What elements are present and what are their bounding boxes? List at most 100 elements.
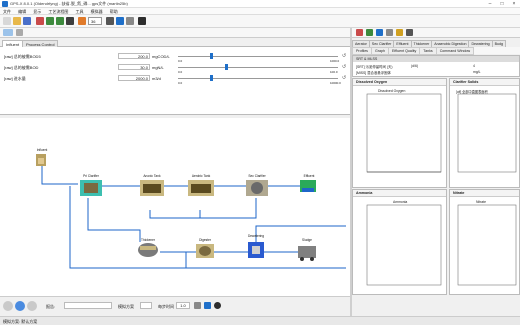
save-icon[interactable]: [23, 17, 31, 25]
refresh-icon[interactable]: [376, 29, 383, 36]
param-slider[interactable]: [178, 67, 338, 68]
close-icon[interactable]: ×: [508, 0, 520, 8]
flowsheet-canvas[interactable]: Influent Pri Clarifier Anoxic Tank Aerob…: [0, 118, 350, 296]
aerobic-tank-label: Aerobic Tank: [191, 174, 211, 178]
speed-label: 模拟方案: [118, 304, 134, 309]
tab-influent[interactable]: Influent: [2, 40, 24, 47]
cut-icon[interactable]: [36, 17, 44, 25]
influent-unit[interactable]: [36, 154, 46, 166]
param-row: [raw] 进水量 2000.0 m3/d 0.0 10000.0 ↺: [0, 71, 350, 85]
flowsheet-diagram: [36, 154, 346, 269]
chart-title: Nitrate: [476, 200, 486, 204]
param-unit: mgCOD/L: [152, 54, 170, 59]
panel-header: SRT & MLSS: [353, 56, 519, 62]
speed-select[interactable]: [140, 302, 152, 309]
pipe: [87, 198, 141, 242]
pri-clarifier-unit[interactable]: [80, 180, 102, 196]
minimize-icon[interactable]: –: [484, 0, 496, 8]
param-value-input[interactable]: 30.0: [118, 64, 150, 70]
sludge-label: Sludge: [302, 238, 312, 242]
panel-title: Dissolved Oxygen: [353, 79, 446, 86]
sec-clarifier-unit[interactable]: [246, 180, 268, 196]
print-icon[interactable]: [66, 17, 74, 25]
reset-icon[interactable]: ↺: [342, 64, 346, 70]
app-icon: [2, 1, 8, 7]
stop-button[interactable]: [3, 301, 13, 311]
menu-bar: 文件 编辑 显示 工艺流程图 工具 模拟器 帮助: [0, 8, 520, 15]
layout-icon[interactable]: [3, 29, 13, 36]
remove-icon[interactable]: [356, 29, 363, 36]
connect-icon[interactable]: [116, 17, 124, 25]
copy-icon[interactable]: [46, 17, 54, 25]
grid-icon[interactable]: [126, 17, 134, 25]
param-value-input[interactable]: 2000.0: [118, 75, 150, 81]
status-bar: 模拟方案: 默认方案: [0, 316, 520, 325]
anoxic-tank-label: Anoxic Tank: [143, 174, 161, 178]
anoxic-tank-unit[interactable]: [140, 180, 164, 196]
dewatering-unit[interactable]: [248, 242, 264, 258]
info-value: mg/L: [473, 70, 481, 74]
maximize-icon[interactable]: □: [496, 0, 508, 8]
subtab-profiles[interactable]: Profiles: [352, 47, 372, 55]
param-slider[interactable]: [178, 78, 338, 79]
left-toolbar: [0, 28, 350, 38]
effluent-unit[interactable]: [300, 180, 316, 192]
run-button[interactable]: [15, 301, 25, 311]
slider-handle[interactable]: [225, 64, 229, 70]
subtab-effluent-quality[interactable]: Effluent Quality: [387, 47, 421, 55]
log-label: 报告:: [46, 304, 56, 309]
subtab-tanks[interactable]: Tanks: [419, 47, 437, 55]
info-label: [MISS] 混合液悬浮固体: [356, 71, 391, 75]
paste-icon[interactable]: [56, 17, 64, 25]
gear-icon[interactable]: [406, 29, 413, 36]
output-subtabs: Profiles Graph Effluent Quality Tanks Comman…: [352, 47, 520, 55]
add-icon[interactable]: [366, 29, 373, 36]
pause-button[interactable]: [27, 301, 37, 311]
panel-title: Nitrate: [450, 190, 519, 197]
subtab-command-window[interactable]: Command Window: [435, 47, 475, 55]
settings-icon[interactable]: [138, 17, 146, 25]
log-field[interactable]: [64, 302, 112, 309]
panel-title: Ammonia: [353, 190, 446, 197]
slider-handle[interactable]: [209, 75, 213, 81]
info-value: 4: [473, 64, 475, 68]
param-label: [raw] 进水量: [4, 76, 26, 81]
new-file-icon[interactable]: [3, 17, 11, 25]
tools-icon[interactable]: [16, 29, 23, 36]
settings-icon[interactable]: [214, 302, 221, 309]
refresh-icon[interactable]: [204, 302, 211, 309]
param-slider[interactable]: [178, 56, 338, 57]
thickener-unit[interactable]: [138, 243, 158, 257]
step-input[interactable]: 1.0: [176, 302, 190, 309]
clarifier-chart: [457, 93, 517, 173]
chart-icon[interactable]: [396, 29, 403, 36]
info-unit: (d/6): [411, 64, 418, 68]
aerobic-tank-unit[interactable]: [188, 180, 214, 196]
sludge-unit[interactable]: [298, 246, 316, 261]
dewatering-label: Dewatering: [247, 234, 265, 238]
param-value-input[interactable]: 200.0: [118, 53, 150, 59]
open-folder-icon[interactable]: [13, 17, 21, 25]
zoom-select[interactable]: 36: [88, 17, 102, 25]
window-icon[interactable]: [386, 29, 393, 36]
simulation-controls: 报告: 模拟方案 每步时间 1.0: [0, 296, 350, 316]
srt-mlss-panel: SRT & MLSS [SRT] 污泥停留时间 (天) (d/6) 4 [MIS…: [352, 55, 520, 77]
param-unit: m3/d: [152, 76, 161, 81]
digester-unit[interactable]: [196, 244, 214, 258]
reset-icon[interactable]: ↺: [342, 75, 346, 81]
subtab-graph[interactable]: Graph: [370, 47, 389, 55]
nitrate-panel: Nitrate Nitrate: [449, 189, 520, 295]
sec-clarifier-label: Sec Clarifier: [248, 174, 266, 178]
tab-process-control[interactable]: Process Control: [22, 40, 59, 47]
main-toolbar: 36: [0, 15, 520, 28]
status-text: 模拟方案: 默认方案: [3, 319, 38, 324]
slider-handle[interactable]: [209, 53, 213, 59]
time-icon[interactable]: [194, 302, 201, 309]
window-title: GPS-X 8.0.1 (Oldendrfyng) - 缺省-脱_氮_磷... …: [10, 1, 128, 6]
pri-clarifier-label: Pri Clarifier: [83, 174, 99, 178]
zoom-icon[interactable]: [78, 17, 86, 25]
control-tabs: Influent Process Control: [0, 40, 350, 47]
reset-icon[interactable]: ↺: [342, 53, 346, 59]
pointer-icon[interactable]: [106, 17, 114, 25]
right-toolbar: [352, 28, 520, 38]
